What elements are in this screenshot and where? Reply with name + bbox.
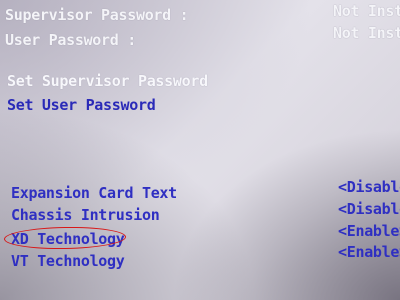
user-password-status-value: Not Inst bbox=[333, 24, 400, 42]
setting-vt-technology-value[interactable]: <Enable> bbox=[338, 245, 400, 260]
setting-xd-technology-value[interactable]: <Enable> bbox=[338, 224, 400, 239]
setting-vt-technology-label[interactable]: VT Technology bbox=[11, 254, 125, 269]
user-password-status-label: User Password : bbox=[5, 31, 136, 49]
set-user-password-item[interactable]: Set User Password bbox=[7, 98, 156, 113]
setting-chassis-intrusion-value[interactable]: <Disable bbox=[338, 202, 400, 217]
setting-expansion-card-text-value[interactable]: <Disable bbox=[338, 180, 400, 195]
setting-expansion-card-text-label[interactable]: Expansion Card Text bbox=[11, 186, 177, 201]
set-supervisor-password-item[interactable]: Set Supervisor Password bbox=[7, 74, 208, 89]
setting-chassis-intrusion-label[interactable]: Chassis Intrusion bbox=[11, 208, 160, 223]
supervisor-password-status-label: Supervisor Password : bbox=[5, 6, 189, 24]
supervisor-password-status-value: Not Inst bbox=[333, 2, 400, 20]
